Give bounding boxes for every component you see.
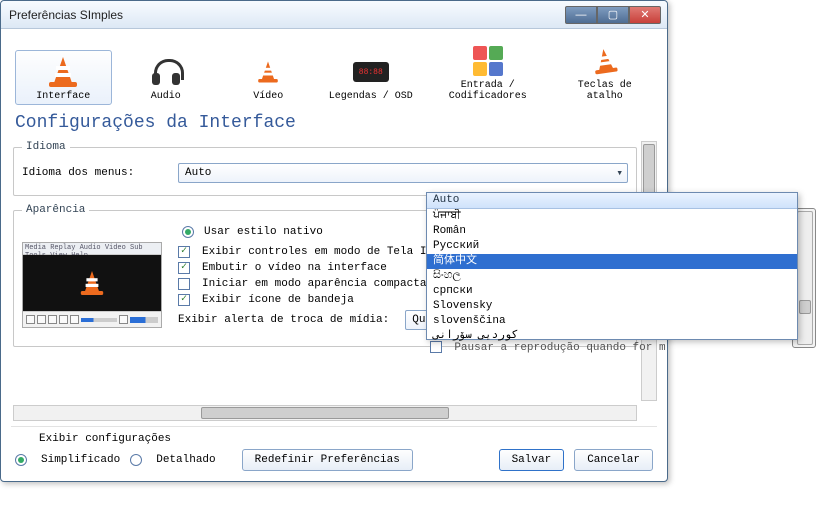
maximize-button[interactable]: ▢	[597, 6, 629, 24]
reset-prefs-button[interactable]: Redefinir Preferências	[242, 449, 413, 471]
dialog-footer: Exibir configurações Simplificado Detalh…	[11, 426, 657, 471]
tab-hotkeys[interactable]: Teclas de atalho	[556, 39, 653, 105]
puzzle-icon	[428, 44, 547, 78]
language-dropdown-popup[interactable]: Auto ਪੰਜਾਬੀRomânРусский简体中文සිංහලсрпскиSl…	[426, 192, 798, 340]
tab-audio-label: Audio	[121, 91, 212, 102]
titlebar: Preferências SImples — ▢ ✕	[1, 1, 667, 29]
appearance-legend: Aparência	[22, 204, 89, 216]
media-change-label: Exibir alerta de troca de mídia:	[178, 314, 389, 326]
reset-prefs-label: Redefinir Preferências	[255, 454, 400, 466]
fullscreen-controls-check[interactable]	[178, 246, 190, 258]
language-option[interactable]: Русский	[427, 239, 797, 254]
language-option[interactable]: 简体中文	[427, 254, 797, 269]
tab-video[interactable]: Vídeo	[220, 50, 317, 105]
clapperboard-icon	[223, 55, 314, 89]
minimize-button[interactable]: —	[565, 6, 597, 24]
language-option[interactable]: српски	[427, 284, 797, 299]
start-compact-check[interactable]	[178, 278, 190, 290]
close-button[interactable]: ✕	[629, 6, 661, 24]
language-option[interactable]: සිංහල	[427, 269, 797, 284]
language-legend: Idioma	[22, 141, 70, 153]
cancel-button[interactable]: Cancelar	[574, 449, 653, 471]
tab-audio[interactable]: Audio	[118, 50, 215, 105]
content-hscroll-thumb[interactable]	[201, 407, 450, 419]
embed-video-check[interactable]	[178, 262, 190, 274]
window-title: Preferências SImples	[9, 8, 565, 22]
show-settings-label: Exibir configurações	[39, 433, 657, 445]
tray-icon-label: Exibir ícone de bandeja	[202, 294, 354, 306]
menu-language-value: Auto	[185, 167, 211, 179]
interface-preview: Media Replay Audio Video Sub Tools View …	[22, 242, 162, 328]
category-tabs: Interface Audio Vídeo 88:88 Legendas / O…	[11, 35, 657, 107]
cone-keyboard-icon	[559, 44, 650, 78]
menu-language-label: Idioma dos menus:	[22, 167, 172, 179]
tab-input-codecs[interactable]: Entrada / Codificadores	[425, 39, 550, 105]
content-horizontal-scrollbar[interactable]	[13, 405, 637, 421]
detailed-radio[interactable]	[130, 454, 142, 466]
menu-language-combo[interactable]: Auto	[178, 163, 628, 183]
embed-video-label: Embutir o vídeo na interface	[202, 262, 387, 274]
section-heading: Configurações da Interface	[15, 113, 657, 133]
tab-subtitles-label: Legendas / OSD	[326, 91, 417, 102]
language-option[interactable]: کوردیی سۆرانی	[427, 329, 797, 344]
preview-menubar: Media Replay Audio Video Sub Tools View …	[23, 243, 161, 255]
language-option[interactable]: Slovensky	[427, 299, 797, 314]
simple-label: Simplificado	[41, 454, 120, 466]
fullscreen-controls-label: Exibir controles em modo de Tela Intei	[202, 246, 453, 258]
language-option[interactable]: Român	[427, 224, 797, 239]
tab-interface[interactable]: Interface	[15, 50, 112, 105]
tray-icon-check[interactable]	[178, 294, 190, 306]
background-scroll-thumb[interactable]	[799, 300, 811, 314]
tab-subtitles[interactable]: 88:88 Legendas / OSD	[323, 50, 420, 105]
start-compact-label: Iniciar em modo aparência compacta	[202, 278, 426, 290]
language-option[interactable]: slovenščina	[427, 314, 797, 329]
save-label: Salvar	[512, 454, 552, 466]
native-style-radio[interactable]	[182, 226, 194, 238]
save-button[interactable]: Salvar	[499, 449, 565, 471]
language-dropdown-header[interactable]: Auto	[427, 193, 797, 209]
cancel-label: Cancelar	[587, 454, 640, 466]
cone-icon	[18, 55, 109, 89]
display-icon: 88:88	[326, 55, 417, 89]
simple-radio[interactable]	[15, 454, 27, 466]
language-option[interactable]: ਪੰਜਾਬੀ	[427, 209, 797, 224]
background-scrollbar[interactable]	[797, 211, 813, 345]
native-style-label: Usar estilo nativo	[204, 226, 323, 238]
tab-interface-label: Interface	[18, 91, 109, 102]
tab-hotkeys-label: Teclas de atalho	[559, 80, 650, 102]
tab-input-label: Entrada / Codificadores	[428, 80, 547, 102]
headphones-icon	[121, 55, 212, 89]
tab-video-label: Vídeo	[223, 91, 314, 102]
detailed-label: Detalhado	[156, 454, 215, 466]
language-group: Idioma Idioma dos menus: Auto	[13, 141, 637, 196]
